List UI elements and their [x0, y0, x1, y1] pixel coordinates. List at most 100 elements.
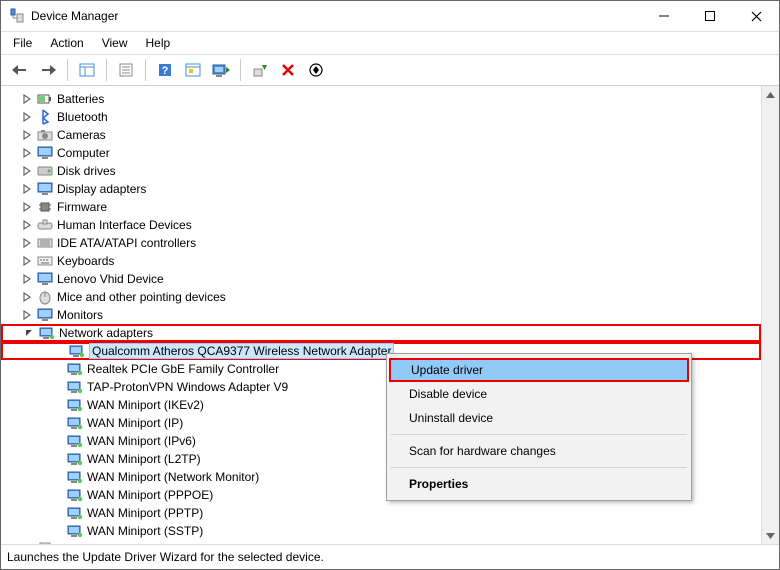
- menu-help[interactable]: Help: [138, 34, 179, 52]
- net-icon: [67, 415, 83, 431]
- device-tree[interactable]: Batteries BluetoothCamerasComputerDisk dr…: [1, 86, 761, 544]
- tree-item-label: TAP-ProtonVPN Windows Adapter V9: [87, 380, 288, 394]
- scroll-down-button[interactable]: [762, 527, 779, 544]
- expand-icon[interactable]: [21, 291, 33, 303]
- tree-item-category[interactable]: Bluetooth: [1, 108, 761, 126]
- ctx-scan-hardware[interactable]: Scan for hardware changes: [389, 439, 689, 463]
- tree-item-category[interactable]: IDE ATA/ATAPI controllers: [1, 234, 761, 252]
- tree-item-label: Qualcomm Atheros QCA9377 Wireless Networ…: [89, 343, 394, 359]
- tree-item-category[interactable]: Cameras: [1, 126, 761, 144]
- disk-icon: [37, 163, 53, 179]
- tree-item-category[interactable]: Batteries: [1, 90, 761, 108]
- tree-item-label: Lenovo Vhid Device: [57, 272, 164, 286]
- tree-item-category[interactable]: Disk drives: [1, 162, 761, 180]
- vertical-scrollbar[interactable]: [761, 86, 779, 544]
- expander-placeholder: [53, 345, 65, 357]
- ctx-disable-device[interactable]: Disable device: [389, 382, 689, 406]
- forward-button[interactable]: [35, 57, 61, 83]
- tree-item-category[interactable]: Keyboards: [1, 252, 761, 270]
- tree-item-category[interactable]: Firmware: [1, 198, 761, 216]
- ctx-item-label: Disable device: [409, 387, 487, 401]
- minimize-button[interactable]: [641, 1, 687, 31]
- printer-icon: [37, 541, 53, 544]
- menu-file[interactable]: File: [5, 34, 40, 52]
- expander-placeholder: [51, 471, 63, 483]
- expander-placeholder: [51, 525, 63, 537]
- net-icon: [67, 451, 83, 467]
- expander-placeholder: [51, 417, 63, 429]
- tree-item-category[interactable]: Lenovo Vhid Device: [1, 270, 761, 288]
- tool-button-2[interactable]: [180, 57, 206, 83]
- tree-item-label: WAN Miniport (IKEv2): [87, 398, 204, 412]
- mouse-icon: [37, 289, 53, 305]
- show-hide-console-button[interactable]: [74, 57, 100, 83]
- menu-action[interactable]: Action: [42, 34, 91, 52]
- ctx-separator: [391, 467, 687, 468]
- net-icon: [67, 433, 83, 449]
- tree-item-category[interactable]: Computer: [1, 144, 761, 162]
- expand-icon[interactable]: [21, 147, 33, 159]
- menubar: File Action View Help: [1, 32, 779, 55]
- expand-icon[interactable]: [21, 273, 33, 285]
- update-driver-button[interactable]: [208, 57, 234, 83]
- close-button[interactable]: [733, 1, 779, 31]
- maximize-button[interactable]: [687, 1, 733, 31]
- tree-item-network-adapter[interactable]: WAN Miniport (SSTP): [1, 522, 761, 540]
- expand-icon[interactable]: [21, 543, 33, 544]
- help-button[interactable]: ?: [152, 57, 178, 83]
- tree-item-category[interactable]: Mice and other pointing devices: [1, 288, 761, 306]
- ctx-properties[interactable]: Properties: [389, 472, 689, 496]
- toolbar-separator: [67, 59, 68, 81]
- enable-button[interactable]: [247, 57, 273, 83]
- tree-item-label: WAN Miniport (SSTP): [87, 524, 203, 538]
- ctx-item-label: Update driver: [411, 363, 483, 377]
- expand-icon[interactable]: [21, 111, 33, 123]
- tree-item-label: WAN Miniport (IPv6): [87, 434, 196, 448]
- tree-item-category[interactable]: Print queues: [1, 540, 761, 544]
- collapse-icon[interactable]: [23, 327, 35, 339]
- expand-icon[interactable]: [21, 237, 33, 249]
- tree-item-label: Mice and other pointing devices: [57, 290, 226, 304]
- tree-item-network-adapter[interactable]: WAN Miniport (PPTP): [1, 504, 761, 522]
- scan-hardware-button[interactable]: [303, 57, 329, 83]
- net-icon: [67, 397, 83, 413]
- expand-icon[interactable]: [21, 219, 33, 231]
- toolbar-separator: [106, 59, 107, 81]
- tree-item-label: IDE ATA/ATAPI controllers: [57, 236, 196, 250]
- ctx-item-label: Uninstall device: [409, 411, 493, 425]
- expander-placeholder: [51, 363, 63, 375]
- expand-icon[interactable]: [21, 183, 33, 195]
- properties-button[interactable]: [113, 57, 139, 83]
- window-title: Device Manager: [31, 9, 641, 23]
- chip-icon: [37, 199, 53, 215]
- net-icon: [67, 361, 83, 377]
- expander-placeholder: [51, 381, 63, 393]
- net-icon: [67, 469, 83, 485]
- ctx-uninstall-device[interactable]: Uninstall device: [389, 406, 689, 430]
- tree-item-category[interactable]: Display adapters: [1, 180, 761, 198]
- tree-item-label: Network adapters: [59, 326, 153, 340]
- ctx-update-driver[interactable]: Update driver: [389, 358, 689, 382]
- tree-item-network-adapters[interactable]: Network adapters: [1, 324, 761, 342]
- uninstall-button[interactable]: [275, 57, 301, 83]
- expand-icon[interactable]: [21, 129, 33, 141]
- monitor-icon: [37, 145, 53, 161]
- tree-item-category[interactable]: Monitors: [1, 306, 761, 324]
- tree-item-label: Batteries: [57, 92, 104, 106]
- expand-icon[interactable]: [21, 93, 33, 105]
- expand-icon[interactable]: [21, 255, 33, 267]
- expand-icon[interactable]: [21, 201, 33, 213]
- svg-text:?: ?: [162, 65, 169, 77]
- scroll-up-button[interactable]: [762, 86, 779, 103]
- tree-item-label: WAN Miniport (Network Monitor): [87, 470, 259, 484]
- menu-view[interactable]: View: [94, 34, 136, 52]
- back-button[interactable]: [7, 57, 33, 83]
- expand-icon[interactable]: [21, 165, 33, 177]
- scroll-track[interactable]: [762, 103, 779, 527]
- net-icon: [67, 487, 83, 503]
- tree-item-category[interactable]: Human Interface Devices: [1, 216, 761, 234]
- expander-placeholder: [51, 435, 63, 447]
- ctx-separator: [391, 434, 687, 435]
- expand-icon[interactable]: [21, 309, 33, 321]
- tree-item-label: Display adapters: [57, 182, 146, 196]
